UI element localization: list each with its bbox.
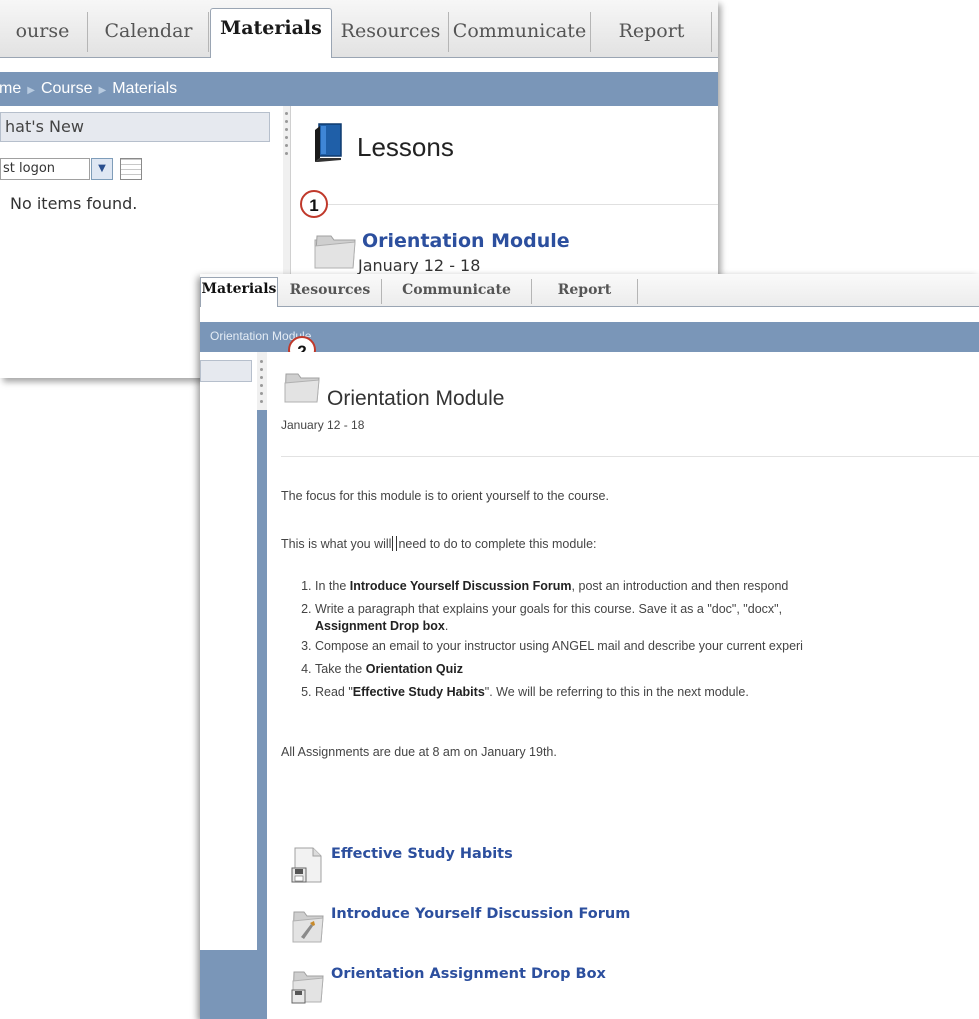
resource-effective-study-habits[interactable]: Effective Study Habits [291, 844, 891, 884]
folder-icon [284, 373, 320, 403]
list-item: In the Introduce Yourself Discussion For… [315, 578, 979, 601]
tab-report[interactable]: Report [592, 12, 712, 52]
dropbox-folder-icon [291, 971, 324, 1004]
divider [281, 456, 979, 457]
list-item: Take the Orientation Quiz [315, 661, 979, 684]
tab-resources[interactable]: Resources [333, 12, 449, 52]
tab-materials[interactable]: Materials [200, 277, 278, 307]
todo-text: This is what you will need to do to compl… [281, 536, 597, 551]
left-panel [200, 352, 257, 1019]
breadcrumb: Orientation Module [200, 322, 979, 352]
quiz-reference: Orientation Quiz [365, 662, 463, 676]
panel-splitter[interactable] [257, 352, 267, 1019]
breadcrumb-materials[interactable]: Materials [112, 72, 177, 106]
breadcrumb-arrow-icon: ▶ [98, 85, 107, 96]
dropbox-reference: Assignment Drop box [315, 619, 445, 633]
resource-introduce-yourself-forum[interactable]: Introduce Yourself Discussion Forum [291, 904, 891, 944]
resource-orientation-dropbox[interactable]: Orientation Assignment Drop Box [291, 964, 891, 1004]
resource-label[interactable]: Introduce Yourself Discussion Forum [331, 906, 630, 922]
tab-resources[interactable]: Resources [279, 279, 382, 304]
list-item: Read "Effective Study Habits". We will b… [315, 684, 979, 707]
list-item: Write a paragraph that explains your goa… [315, 601, 979, 638]
calendar-icon[interactable] [120, 158, 142, 180]
folder-icon [314, 235, 356, 269]
list-item: Compose an email to your instructor usin… [315, 638, 979, 661]
tab-course[interactable]: ourse [0, 12, 88, 52]
splitter-grip-icon[interactable] [257, 352, 267, 410]
whats-new-filter-select[interactable]: st logon [0, 158, 90, 180]
tab-calendar[interactable]: Calendar [89, 12, 209, 52]
breadcrumb-arrow-icon: ▶ [27, 85, 35, 96]
forum-reference: Introduce Yourself Discussion Forum [349, 579, 572, 593]
study-habits-reference: Effective Study Habits [352, 685, 485, 699]
left-panel-header[interactable] [200, 360, 252, 382]
document-icon [291, 847, 322, 883]
book-icon [315, 123, 342, 162]
module-content: Orientation Module January 12 - 18 The f… [267, 352, 979, 1019]
front-window: Materials Resources Communicate Report O… [200, 274, 979, 1019]
tab-report[interactable]: Report [532, 279, 638, 304]
tab-communicate[interactable]: Communicate [382, 279, 532, 304]
lessons-heading: Lessons [357, 132, 454, 162]
resource-label[interactable]: Effective Study Habits [331, 846, 513, 862]
due-note: All Assignments are due at 8 am on Janua… [281, 745, 557, 759]
empty-message: No items found. [10, 194, 138, 213]
breadcrumb: me ▶ Course ▶ Materials [0, 72, 718, 106]
tab-materials[interactable]: Materials [210, 8, 332, 58]
whats-new-header[interactable]: hat's New [0, 112, 270, 142]
back-tab-bar: ourse Calendar Materials Resources Commu… [0, 0, 718, 58]
module-dates: January 12 - 18 [281, 418, 365, 432]
callout-badge-1: 1 [300, 190, 328, 218]
text-cursor-icon [392, 536, 398, 551]
orientation-module-dates: January 12 - 18 [358, 256, 481, 275]
module-title: Orientation Module [327, 387, 505, 410]
left-panel-footer [200, 950, 257, 1019]
task-list: In the Introduce Yourself Discussion For… [281, 578, 979, 707]
todo-text-end: need to do to complete this module: [398, 537, 597, 551]
chevron-down-icon[interactable]: ▼ [91, 158, 113, 180]
divider [300, 204, 718, 205]
orientation-module-link[interactable]: Orientation Module [362, 230, 570, 252]
breadcrumb-course[interactable]: Course [41, 72, 93, 106]
front-tab-bar: Materials Resources Communicate Report [200, 274, 979, 307]
forum-folder-icon [292, 911, 324, 943]
tab-communicate[interactable]: Communicate [449, 12, 591, 52]
breadcrumb-home[interactable]: me [0, 72, 21, 106]
todo-text-start: This is what you will [281, 537, 392, 551]
intro-text: The focus for this module is to orient y… [281, 489, 609, 503]
resource-label[interactable]: Orientation Assignment Drop Box [331, 966, 606, 982]
